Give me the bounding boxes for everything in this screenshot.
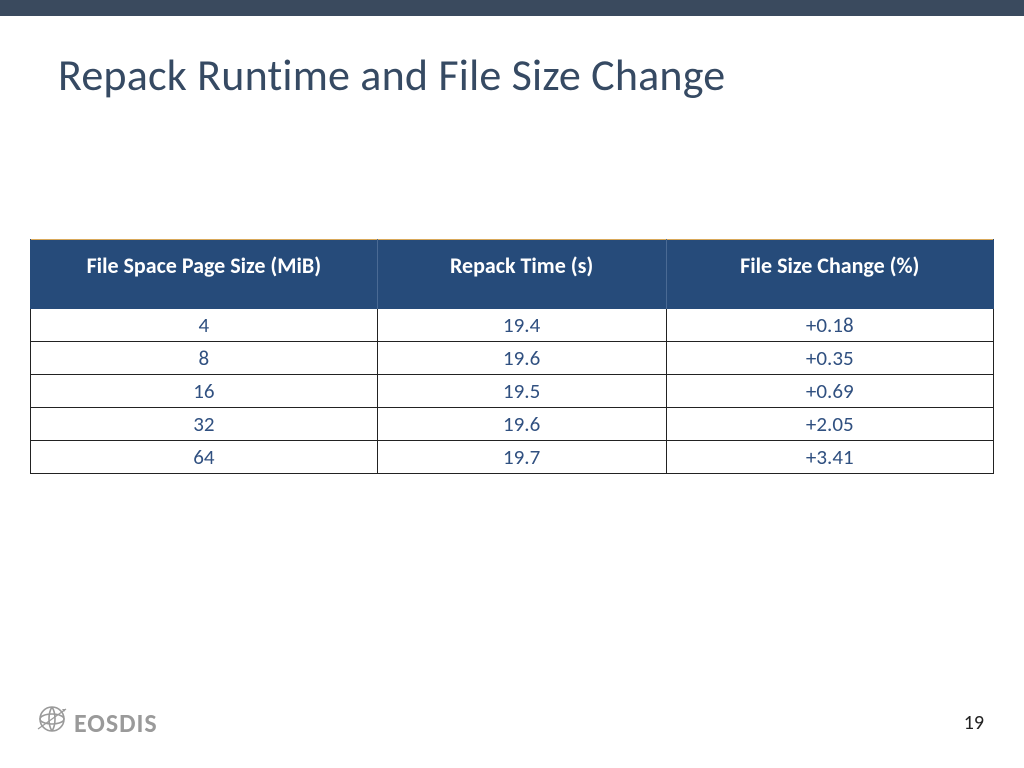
table-cell: 16 [31, 375, 378, 408]
slide-body: Repack Runtime and File Size Change File… [0, 16, 1024, 768]
table-cell: 19.4 [377, 309, 666, 342]
data-table: File Space Page Size (MiB) Repack Time (… [30, 239, 994, 474]
table-row: 16 19.5 +0.69 [31, 375, 994, 408]
slide-top-bar [0, 0, 1024, 16]
table-cell: 4 [31, 309, 378, 342]
table-cell: 19.6 [377, 408, 666, 441]
table-cell: 19.5 [377, 375, 666, 408]
table-cell: 64 [31, 441, 378, 474]
page-title: Repack Runtime and File Size Change [58, 48, 725, 102]
table-header-row: File Space Page Size (MiB) Repack Time (… [31, 240, 994, 310]
table-row: 8 19.6 +0.35 [31, 342, 994, 375]
globe-icon [36, 703, 68, 742]
logo-text: EOSDIS [74, 707, 158, 739]
page-number: 19 [964, 711, 984, 735]
table-cell: +3.41 [666, 441, 993, 474]
table-row: 32 19.6 +2.05 [31, 408, 994, 441]
table-row: 4 19.4 +0.18 [31, 309, 994, 342]
table-row: 64 19.7 +3.41 [31, 441, 994, 474]
table-cell: +0.69 [666, 375, 993, 408]
table-body: 4 19.4 +0.18 8 19.6 +0.35 16 19.5 +0.69 … [31, 309, 994, 474]
data-table-wrap: File Space Page Size (MiB) Repack Time (… [30, 239, 994, 474]
table-header-cell: File Size Change (%) [666, 240, 993, 310]
table-cell: 8 [31, 342, 378, 375]
table-cell: 19.6 [377, 342, 666, 375]
table-header-cell: File Space Page Size (MiB) [31, 240, 378, 310]
table-cell: +0.18 [666, 309, 993, 342]
table-cell: +2.05 [666, 408, 993, 441]
table-cell: 32 [31, 408, 378, 441]
slide-footer: EOSDIS 19 [36, 703, 984, 742]
table-header-cell: Repack Time (s) [377, 240, 666, 310]
table-cell: +0.35 [666, 342, 993, 375]
eosdis-logo: EOSDIS [36, 703, 158, 742]
table-cell: 19.7 [377, 441, 666, 474]
